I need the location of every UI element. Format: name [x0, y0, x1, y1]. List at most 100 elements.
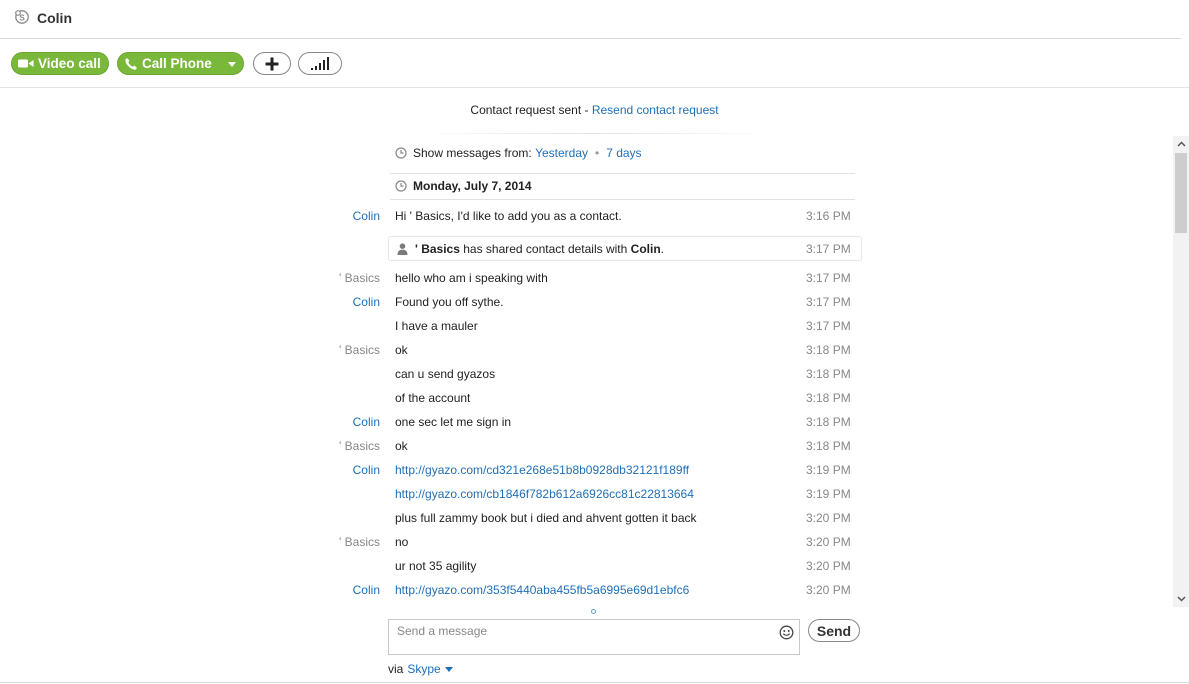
message-text: hello who am i speaking with	[395, 271, 548, 285]
call-toolbar: Video call Call Phone	[0, 50, 1189, 76]
message-time: 3:20 PM	[806, 535, 851, 549]
scroll-down-button[interactable]	[1173, 591, 1189, 607]
message-time: 3:19 PM	[806, 487, 851, 501]
resend-contact-request-link[interactable]: Resend contact request	[592, 103, 719, 117]
shared-contact-card: ' Basics has shared contact details with…	[388, 236, 862, 261]
message-composer	[388, 619, 800, 655]
scroll-thumb[interactable]	[1175, 153, 1187, 233]
via-prefix: via	[388, 662, 404, 676]
plus-icon	[265, 57, 279, 70]
message-text: Found you off sythe.	[395, 295, 504, 309]
message-row: http://gyazo.com/cb1846f782b612a6926cc81…	[0, 487, 860, 503]
chevron-up-icon	[1176, 141, 1186, 147]
send-button[interactable]: Send	[808, 619, 860, 642]
message-time: 3:16 PM	[806, 209, 851, 223]
message-time: 3:18 PM	[806, 439, 851, 453]
message-row: Colin http://gyazo.com/cd321e268e51b8b09…	[0, 463, 860, 479]
smile-icon[interactable]	[779, 625, 794, 640]
person-icon	[397, 243, 408, 255]
message-text: can u send gyazos	[395, 367, 496, 381]
message-sender[interactable]: Colin	[353, 295, 380, 309]
message-row: Colin http://gyazo.com/353f5440aba455fb5…	[0, 583, 860, 599]
message-sender[interactable]: ' Basics	[339, 271, 380, 285]
divider	[390, 173, 855, 174]
contact-request-notice: Contact request sent - Resend contact re…	[0, 103, 1189, 117]
chevron-down-icon[interactable]	[228, 62, 236, 67]
contact-name-title: Colin	[37, 10, 72, 26]
message-sender[interactable]: Colin	[353, 415, 380, 429]
message-row: ' Basics no 3:20 PM	[0, 535, 860, 551]
message-input[interactable]	[389, 620, 769, 642]
message-text: I have a mauler	[395, 319, 478, 333]
clock-icon	[395, 147, 407, 159]
message-text: ok	[395, 439, 408, 453]
message-link[interactable]: http://gyazo.com/cd321e268e51b8b0928db32…	[395, 463, 689, 477]
message-time: 3:20 PM	[806, 559, 851, 573]
chevron-down-icon	[1176, 596, 1186, 602]
message-row: I have a mauler 3:17 PM	[0, 319, 860, 335]
contact-request-text: Contact request sent -	[470, 103, 592, 117]
add-button[interactable]	[253, 52, 291, 75]
message-time: 3:20 PM	[806, 583, 851, 597]
history-yesterday-link[interactable]: Yesterday	[535, 146, 588, 160]
message-time: 3:18 PM	[806, 415, 851, 429]
message-row: ' Basics ok 3:18 PM	[0, 439, 860, 455]
message-time: 3:20 PM	[806, 511, 851, 525]
message-row: Colin Found you off sythe. 3:17 PM	[0, 295, 860, 311]
message-time: 3:18 PM	[806, 367, 851, 381]
loading-indicator	[591, 609, 596, 614]
message-time: 3:18 PM	[806, 343, 851, 357]
svg-text:S: S	[19, 14, 25, 23]
message-time: 3:17 PM	[806, 242, 851, 256]
shared-contact-name: ' Basics	[415, 242, 460, 256]
message-time: 3:17 PM	[806, 319, 851, 333]
message-text: no	[395, 535, 409, 549]
message-text: ok	[395, 343, 408, 357]
message-row: ur not 35 agility 3:20 PM	[0, 559, 860, 575]
message-text: plus full zammy book but i died and ahve…	[395, 511, 697, 525]
signal-icon	[311, 56, 329, 70]
message-sender[interactable]: Colin	[353, 583, 380, 597]
scroll-up-button[interactable]	[1173, 136, 1189, 152]
clock-icon	[395, 180, 407, 192]
shared-contact-text: ' Basics has shared contact details with…	[415, 242, 664, 256]
call-phone-button[interactable]: Call Phone	[117, 52, 244, 75]
message-time: 3:17 PM	[806, 271, 851, 285]
message-time: 3:18 PM	[806, 391, 851, 405]
video-call-label: Video call	[38, 56, 101, 71]
history-filter: Show messages from: Yesterday • 7 days	[395, 146, 642, 160]
via-service-link[interactable]: Skype	[407, 662, 440, 676]
message-row: ' Basics ok 3:18 PM	[0, 343, 860, 359]
message-sender[interactable]: ' Basics	[339, 439, 380, 453]
message-row: plus full zammy book but i died and ahve…	[0, 511, 860, 527]
message-row: Colin one sec let me sign in 3:18 PM	[0, 415, 860, 431]
message-text: of the account	[395, 391, 471, 405]
message-text: one sec let me sign in	[395, 415, 512, 429]
message-sender[interactable]: Colin	[353, 209, 380, 223]
shared-contact-end: .	[660, 242, 664, 256]
message-text: Hi ' Basics, I'd like to add you as a co…	[395, 209, 622, 223]
divider	[415, 133, 775, 134]
message-sender[interactable]: ' Basics	[339, 535, 380, 549]
video-camera-icon	[18, 59, 34, 68]
conversation-header: S Colin	[0, 0, 1189, 39]
via-service: via Skype	[388, 662, 453, 676]
video-call-button[interactable]: Video call	[11, 52, 109, 75]
message-link[interactable]: http://gyazo.com/cb1846f782b612a6926cc81…	[395, 487, 694, 501]
message-link[interactable]: http://gyazo.com/353f5440aba455fb5a6995e…	[395, 583, 689, 597]
shared-contact-target: Colin	[630, 242, 661, 256]
message-row: of the account 3:18 PM	[0, 391, 860, 407]
toolbar-divider	[0, 87, 1189, 88]
message-scrollbar[interactable]	[1173, 136, 1189, 607]
header-divider	[0, 38, 1181, 39]
history-label: Show messages from:	[413, 146, 532, 160]
message-time: 3:17 PM	[806, 295, 851, 309]
message-sender[interactable]: Colin	[353, 463, 380, 477]
message-sender[interactable]: ' Basics	[339, 343, 380, 357]
chevron-down-icon[interactable]	[444, 666, 453, 672]
message-text: ur not 35 agility	[395, 559, 477, 573]
history-separator: •	[595, 146, 600, 160]
history-7days-link[interactable]: 7 days	[606, 146, 641, 160]
call-quality-button[interactable]	[298, 52, 342, 75]
divider	[0, 682, 1189, 683]
